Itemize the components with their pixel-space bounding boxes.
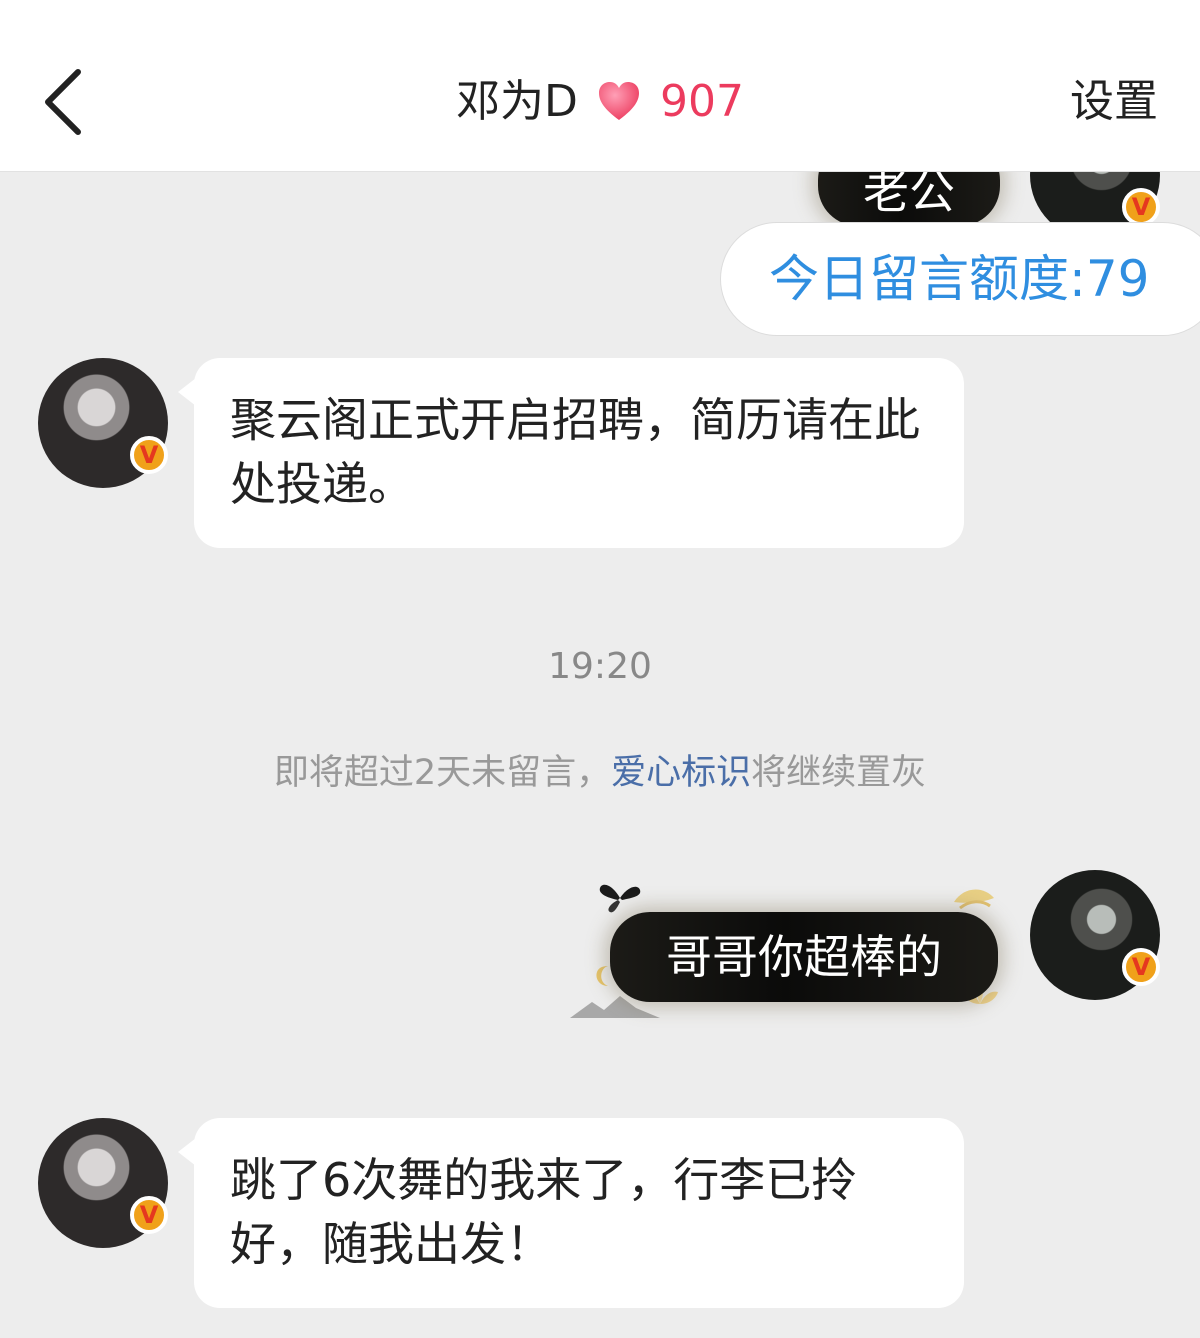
verified-badge-icon: V bbox=[130, 1196, 168, 1234]
notice-text-before: 即将超过2天未留言， bbox=[273, 753, 612, 793]
daily-quota-pill: 今日留言额度:79 bbox=[720, 222, 1200, 336]
heart-score: 907 bbox=[659, 76, 744, 127]
sender-avatar[interactable]: V bbox=[38, 1118, 168, 1248]
my-avatar[interactable]: V bbox=[1030, 870, 1160, 1000]
ginkgo-leaf-icon bbox=[954, 889, 994, 910]
verified-badge-icon: V bbox=[1122, 948, 1160, 986]
verified-badge-icon: V bbox=[130, 436, 168, 474]
incoming-message-bubble[interactable]: 跳了6次舞的我来了，行李已拎好，随我出发！ bbox=[178, 1118, 964, 1308]
timestamp: 19:20 bbox=[548, 646, 652, 687]
previous-message-text: 老公 bbox=[863, 165, 955, 219]
message-text: 聚云阁正式开启招聘，简历请在此处投递。 bbox=[230, 393, 920, 511]
heart-mark-link[interactable]: 爱心标识 bbox=[611, 753, 751, 793]
settings-button[interactable]: 设置 bbox=[1070, 72, 1158, 132]
verified-badge-icon: V bbox=[1122, 188, 1160, 226]
message-text: 跳了6次舞的我来了，行李已拎好，随我出发！ bbox=[230, 1153, 858, 1271]
heart-icon bbox=[598, 82, 639, 120]
outgoing-message-bubble[interactable]: 哥哥你超棒的 bbox=[610, 912, 998, 1002]
notice-text-after: 将继续置灰 bbox=[751, 753, 927, 793]
sender-avatar[interactable]: V bbox=[38, 358, 168, 488]
top-bar-layer: 邓为D 907 设置 bbox=[0, 0, 1200, 172]
incoming-message-bubble[interactable]: 聚云阁正式开启招聘，简历请在此处投递。 bbox=[178, 358, 964, 548]
system-notice: 即将超过2天未留言，爱心标识将继续置灰 bbox=[0, 744, 1200, 795]
butterfly-icon bbox=[599, 884, 641, 913]
chat-title: 邓为D 907 bbox=[0, 70, 1200, 132]
title-name: 邓为D bbox=[456, 76, 578, 127]
message-text: 哥哥你超棒的 bbox=[666, 930, 942, 984]
